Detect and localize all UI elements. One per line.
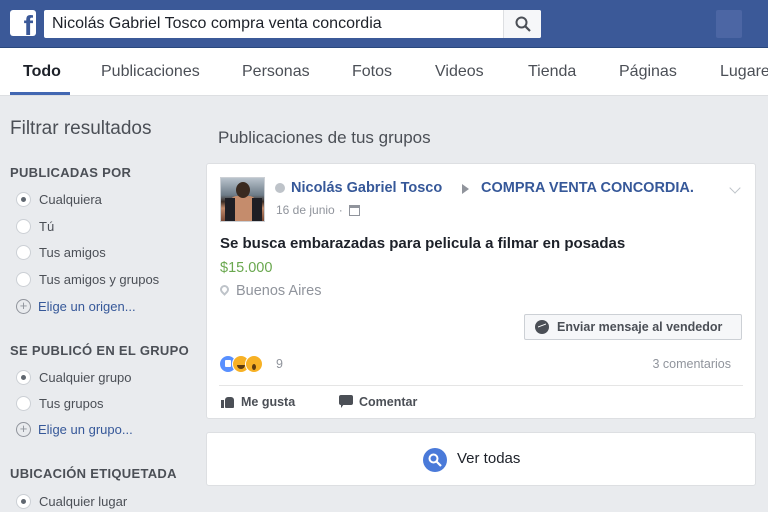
section-title: Publicaciones de tus grupos bbox=[218, 128, 431, 147]
author-link[interactable]: Nicolás Gabriel Tosco bbox=[291, 180, 442, 196]
option-label: Cualquier grupo bbox=[39, 370, 132, 385]
plus-circle-icon: + bbox=[16, 299, 31, 314]
plus-circle-icon: + bbox=[16, 422, 31, 437]
tab-videos[interactable]: Videos bbox=[435, 63, 484, 81]
option-label: Tú bbox=[39, 219, 55, 234]
comments-count[interactable]: 3 comentarios bbox=[652, 357, 731, 371]
action-label: Me gusta bbox=[241, 395, 296, 409]
radio-checked-icon bbox=[16, 192, 31, 207]
chevron-down-icon[interactable] bbox=[729, 182, 741, 194]
option-label: Tus grupos bbox=[39, 396, 104, 411]
search-icon bbox=[423, 448, 447, 472]
divider bbox=[219, 385, 743, 386]
radio-icon bbox=[16, 219, 31, 234]
location-pin-icon bbox=[218, 283, 231, 296]
active-tab-indicator bbox=[10, 92, 70, 95]
tab-personas[interactable]: Personas bbox=[242, 63, 310, 81]
search-button[interactable] bbox=[503, 10, 541, 38]
avatar-jacket bbox=[252, 198, 262, 221]
tab-publicaciones[interactable]: Publicaciones bbox=[101, 63, 200, 81]
filter-heading-group: SE PUBLICÓ EN EL GRUPO bbox=[10, 343, 189, 358]
filter-title: Filtrar resultados bbox=[10, 118, 152, 139]
tab-paginas[interactable]: Páginas bbox=[619, 63, 677, 81]
radio-icon bbox=[16, 396, 31, 411]
option-label: Cualquiera bbox=[39, 192, 102, 207]
top-navigation-bar: f bbox=[0, 0, 768, 48]
author-avatar[interactable] bbox=[220, 177, 265, 222]
search-tabs: Todo Publicaciones Personas Fotos Videos… bbox=[0, 48, 768, 96]
post-price: $15.000 bbox=[220, 260, 273, 276]
group-privacy-icon bbox=[348, 205, 360, 217]
tab-fotos[interactable]: Fotos bbox=[352, 63, 392, 81]
avatar-jacket bbox=[225, 198, 235, 221]
post-date[interactable]: 16 de junio bbox=[276, 203, 335, 217]
arrow-right-icon bbox=[462, 184, 469, 194]
profile-avatar[interactable] bbox=[716, 10, 742, 38]
radio-checked-icon bbox=[16, 494, 31, 509]
radio-icon bbox=[16, 272, 31, 287]
thumbs-up-icon bbox=[221, 395, 234, 408]
comment-icon bbox=[339, 395, 353, 408]
link-label: Elige un origen... bbox=[38, 299, 136, 314]
option-label: Tus amigos bbox=[39, 245, 106, 260]
search-input[interactable] bbox=[44, 10, 504, 38]
option-label: Tus amigos y grupos bbox=[39, 272, 160, 287]
admin-badge-icon bbox=[275, 183, 285, 193]
reaction-count: 9 bbox=[276, 357, 283, 371]
logo-letter: f bbox=[23, 10, 33, 37]
location-label: Buenos Aires bbox=[236, 283, 322, 299]
post-title[interactable]: Se busca embarazadas para pelicula a fil… bbox=[220, 235, 625, 252]
filter-sidebar: Filtrar resultados PUBLICADAS POR Cualqu… bbox=[0, 96, 200, 512]
filter-heading-published-by: PUBLICADAS POR bbox=[10, 165, 132, 180]
post-timestamp: 16 de junio · bbox=[276, 203, 360, 217]
wow-reaction-icon bbox=[245, 355, 263, 373]
post-location: Buenos Aires bbox=[218, 283, 322, 299]
avatar-head bbox=[236, 182, 250, 198]
message-seller-button[interactable]: Enviar mensaje al vendedor bbox=[524, 314, 742, 340]
action-label: Comentar bbox=[359, 395, 418, 409]
tab-todo[interactable]: Todo bbox=[23, 63, 61, 81]
messenger-icon bbox=[535, 320, 549, 334]
tab-lugares[interactable]: Lugares bbox=[720, 63, 768, 81]
see-all-label: Ver todas bbox=[457, 450, 521, 467]
group-link[interactable]: COMPRA VENTA CONCORDIA. bbox=[481, 180, 694, 196]
search-box bbox=[44, 10, 541, 38]
radio-checked-icon bbox=[16, 370, 31, 385]
post-card: Nicolás Gabriel Tosco COMPRA VENTA CONCO… bbox=[206, 163, 756, 419]
search-icon bbox=[515, 16, 531, 32]
button-label: Enviar mensaje al vendedor bbox=[557, 320, 723, 334]
see-all-button[interactable]: Ver todas bbox=[206, 432, 756, 486]
radio-icon bbox=[16, 245, 31, 260]
filter-heading-location: UBICACIÓN ETIQUETADA bbox=[10, 466, 177, 481]
option-label: Cualquier lugar bbox=[39, 494, 128, 509]
link-label: Elige un grupo... bbox=[38, 422, 133, 437]
tab-tienda[interactable]: Tienda bbox=[528, 63, 576, 81]
facebook-logo-icon[interactable]: f bbox=[10, 10, 36, 36]
